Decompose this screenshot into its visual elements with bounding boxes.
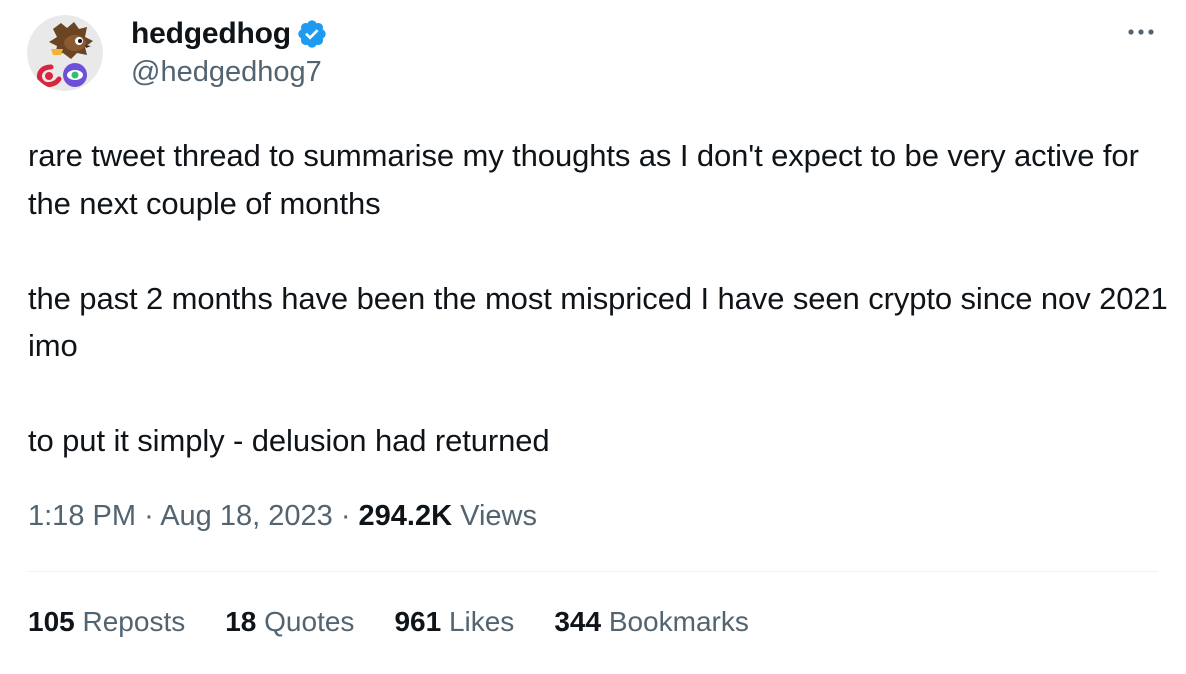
meta-separator: · [144,500,154,532]
more-options-icon[interactable] [1126,22,1156,42]
tweet-meta: 1:18 PM · Aug 18, 2023 · 294.2K Views [28,500,537,533]
views-label[interactable]: Views [460,500,537,532]
bookmarks-count: 344 [554,606,602,637]
tweet-date[interactable]: Aug 18, 2023 [160,500,333,532]
author-display-name[interactable]: hedgedhog [131,17,291,51]
tweet-card: hedgedhog @hedgedhog7 rare tweet thread … [0,0,1186,674]
likes-label: Likes [448,606,515,637]
reposts-stat[interactable]: 105 Reposts [28,606,185,638]
quotes-stat[interactable]: 18 Quotes [225,606,354,638]
likes-stat[interactable]: 961 Likes [394,606,514,638]
quotes-count: 18 [225,606,257,637]
tweet-time[interactable]: 1:18 PM [28,500,136,532]
divider [28,571,1158,572]
avatar-image [27,15,103,91]
author-handle[interactable]: @hedgedhog7 [131,56,322,89]
bookmarks-stat[interactable]: 344 Bookmarks [554,606,749,638]
reposts-count: 105 [28,606,75,637]
quotes-label: Quotes [264,606,355,637]
meta-separator: · [340,500,351,532]
tweet-text: rare tweet thread to summarise my though… [28,138,1168,458]
likes-count: 961 [394,606,442,637]
engagement-stats: 105 Reposts 18 Quotes 961 Likes 344 Book… [28,606,789,638]
author-name-row: hedgedhog [131,14,328,54]
author-avatar[interactable] [27,15,103,91]
views-count[interactable]: 294.2K [359,500,453,532]
bookmarks-label: Bookmarks [608,606,749,637]
reposts-label: Reposts [82,606,186,637]
verified-badge-icon[interactable] [296,18,328,50]
